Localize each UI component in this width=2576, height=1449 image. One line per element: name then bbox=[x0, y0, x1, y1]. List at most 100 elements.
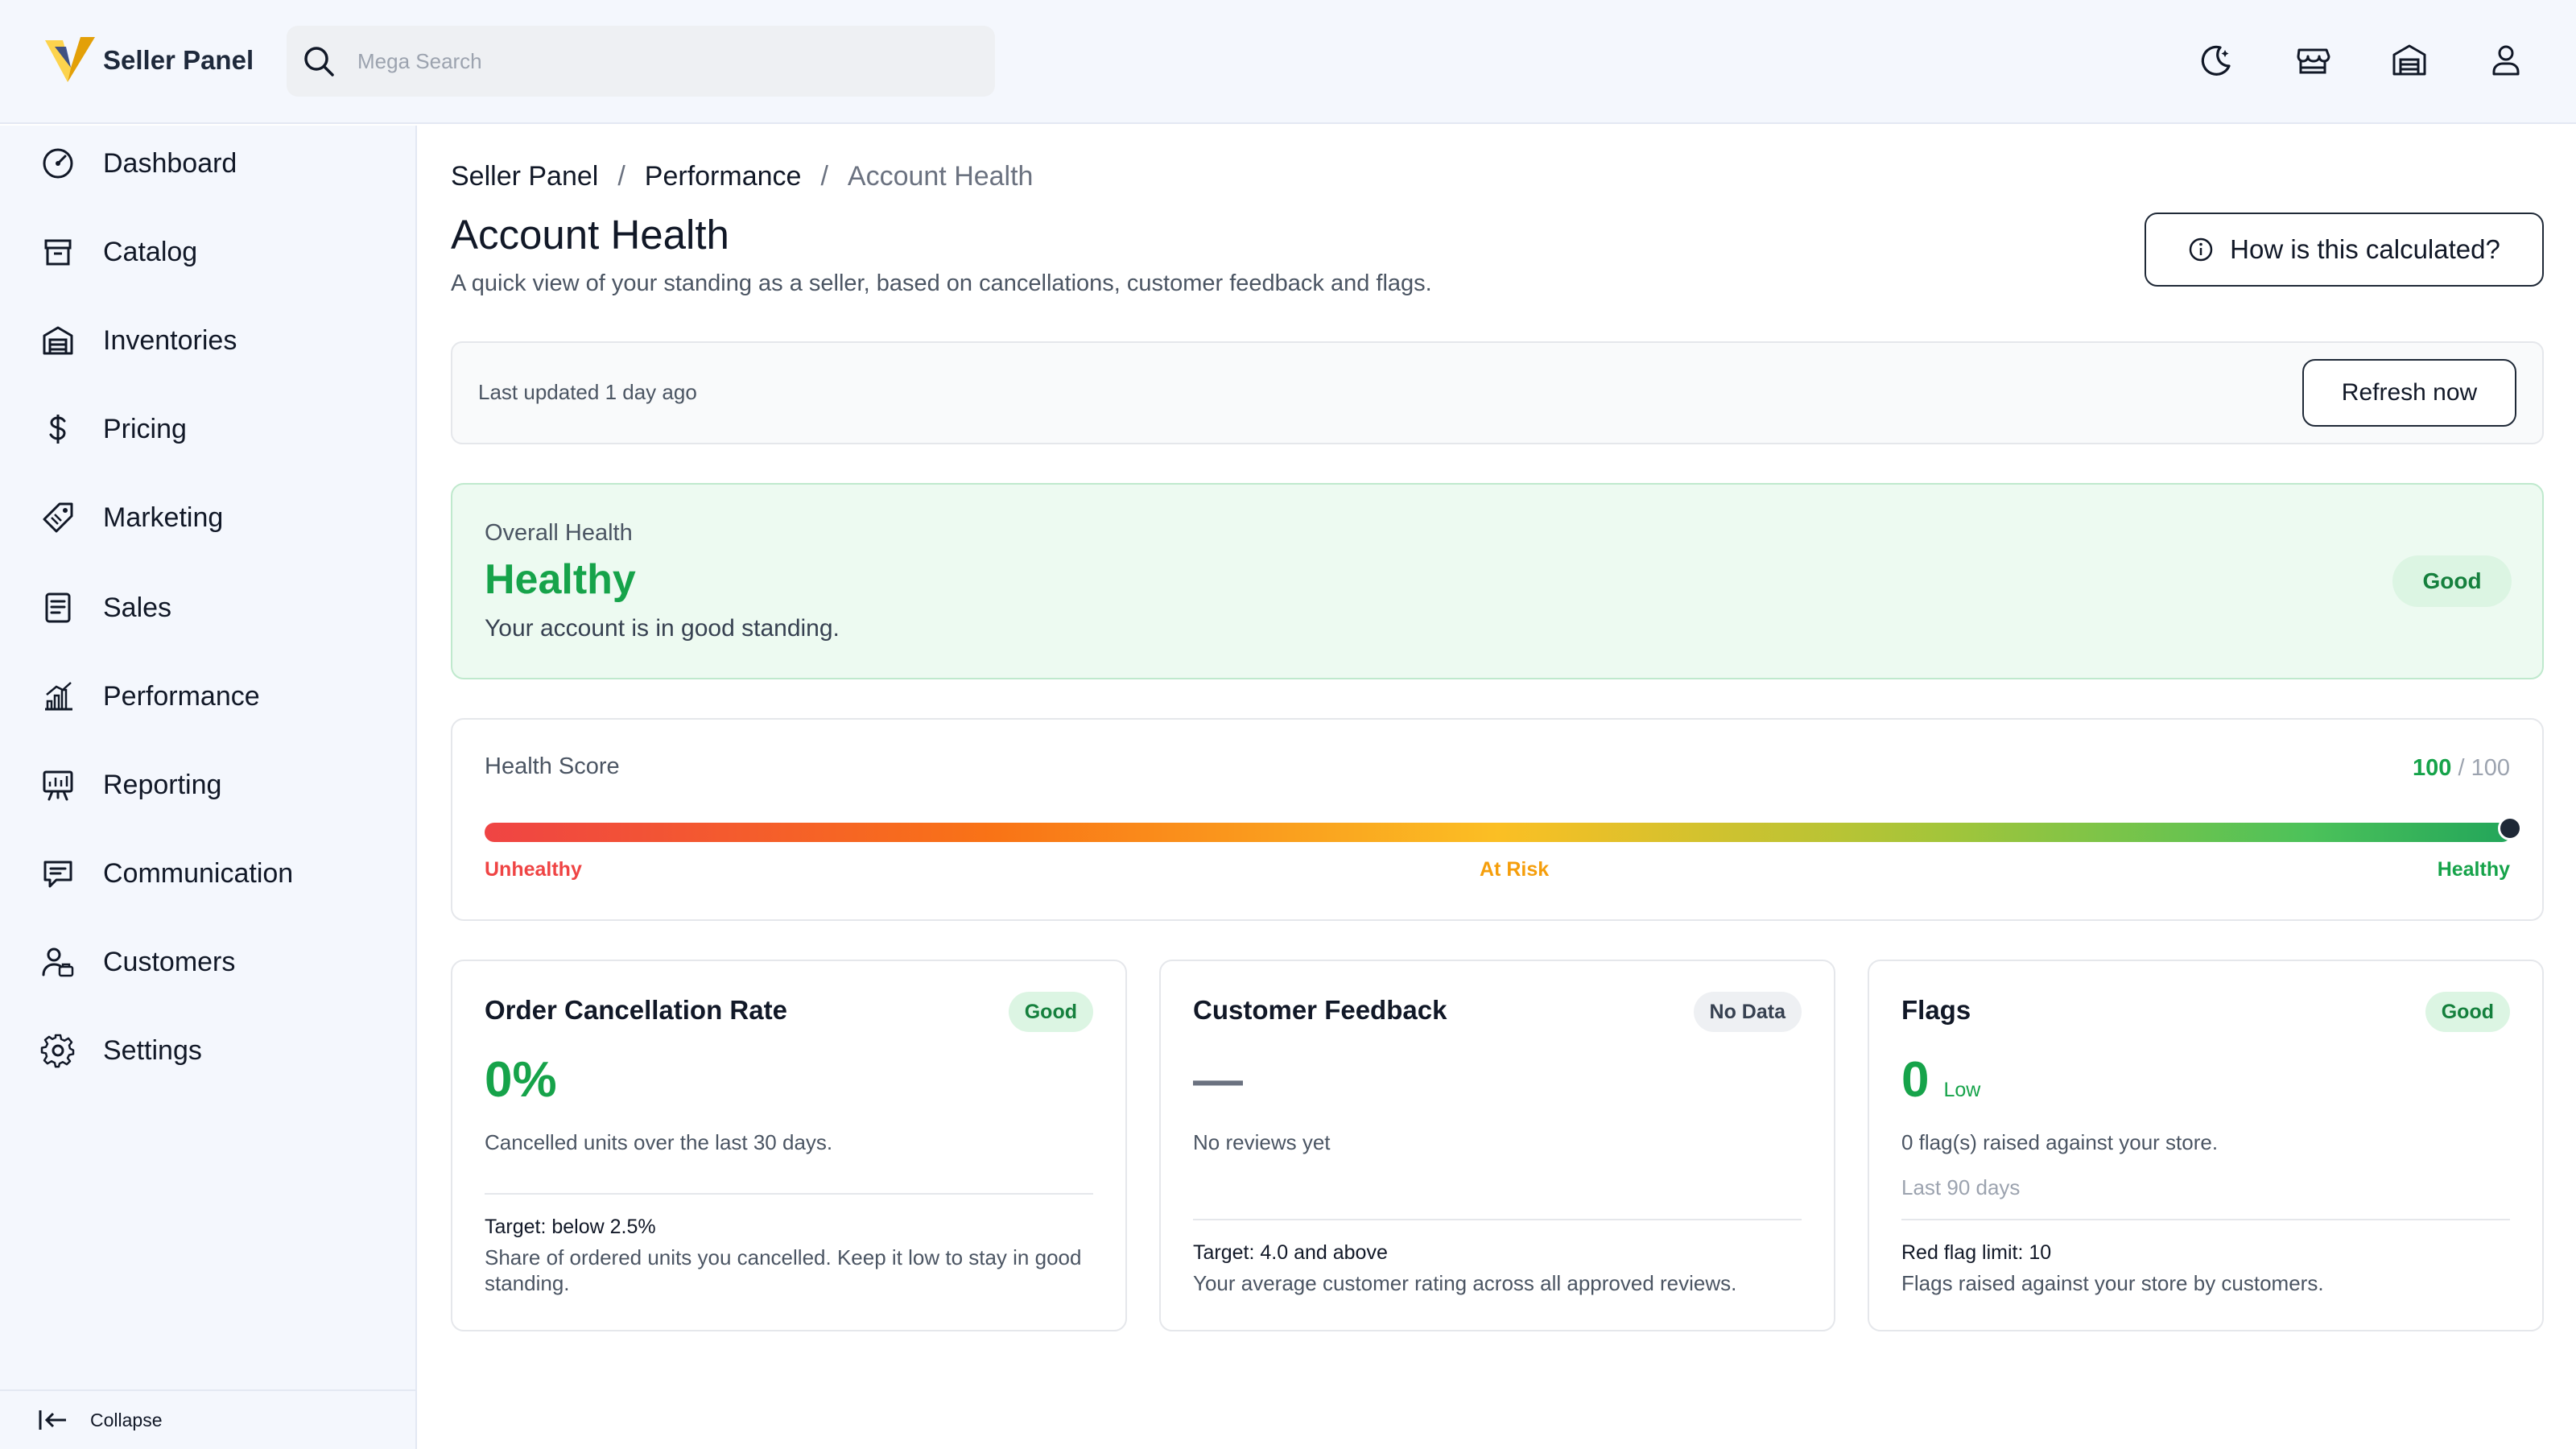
breadcrumb-separator: / bbox=[820, 160, 828, 192]
sidebar: Dashboard Catalog Inventories Pricing Ma… bbox=[0, 126, 417, 1449]
sidebar-item-catalog[interactable]: Catalog bbox=[0, 216, 415, 288]
sidebar-item-label: Communication bbox=[103, 857, 294, 889]
sidebar-item-marketing[interactable]: Marketing bbox=[0, 481, 415, 554]
metric-target: Target: below 2.5% bbox=[485, 1216, 656, 1238]
sidebar-item-pricing[interactable]: Pricing bbox=[0, 393, 415, 465]
metric-value: — bbox=[1193, 1052, 1243, 1108]
moon-icon[interactable] bbox=[2196, 40, 2236, 80]
breadcrumb-current: Account Health bbox=[847, 160, 1034, 192]
health-score-value: 100 / 100 bbox=[2413, 755, 2510, 782]
sidebar-item-reporting[interactable]: Reporting bbox=[0, 749, 415, 821]
metric-value: 0% bbox=[485, 1052, 557, 1108]
health-score-max: / 100 bbox=[2458, 755, 2511, 781]
brand-logo-icon bbox=[45, 37, 95, 82]
metric-description: Cancelled units over the last 30 days. bbox=[485, 1130, 833, 1154]
search-input[interactable] bbox=[357, 48, 921, 74]
sidebar-item-label: Settings bbox=[103, 1034, 202, 1066]
metric-title: Order Cancellation Rate bbox=[485, 995, 787, 1025]
overall-health-status: Healthy bbox=[485, 556, 636, 603]
breadcrumb-seller-panel[interactable]: Seller Panel bbox=[451, 161, 598, 192]
receipt-icon bbox=[45, 592, 71, 623]
metric-note: Share of ordered units you cancelled. Ke… bbox=[485, 1245, 1082, 1295]
breadcrumb: Seller Panel / Performance / Account Hea… bbox=[451, 158, 1033, 195]
warehouse-icon bbox=[43, 326, 73, 355]
flags-count: 0 bbox=[1901, 1052, 1930, 1108]
overall-health-label: Overall Health bbox=[485, 520, 633, 546]
flags-card: Flags Good 0 Low 0 flag(s) raised against… bbox=[1868, 960, 2544, 1331]
how-calculated-button[interactable]: How is this calculated? bbox=[2145, 213, 2544, 287]
metric-note: Flags raised against your store by custo… bbox=[1901, 1271, 2324, 1295]
page-subtitle: A quick view of your standing as a selle… bbox=[451, 270, 1432, 296]
health-score-label: Health Score bbox=[485, 753, 620, 779]
bar-chart-icon bbox=[45, 682, 72, 711]
divider bbox=[1901, 1219, 2510, 1220]
sidebar-item-label: Dashboard bbox=[103, 147, 237, 179]
metric-note: Your average customer rating across all … bbox=[1193, 1271, 1737, 1295]
top-bar: Seller Panel bbox=[0, 0, 2576, 124]
scale-label-healthy: Healthy bbox=[2437, 858, 2510, 881]
sidebar-item-label: Reporting bbox=[103, 769, 222, 800]
breadcrumb-separator: / bbox=[617, 160, 625, 192]
last-updated-bar: Last updated 1 day ago Refresh now bbox=[451, 341, 2544, 444]
divider bbox=[1193, 1219, 1802, 1220]
flags-level: Low bbox=[1943, 1079, 1981, 1101]
overall-health-description: Your account is in good standing. bbox=[485, 615, 840, 642]
collapse-arrow-icon bbox=[39, 1410, 66, 1430]
sidebar-item-label: Customers bbox=[103, 946, 236, 977]
collapse-label: Collapse bbox=[90, 1409, 163, 1430]
users-icon bbox=[42, 947, 74, 977]
sidebar-item-sales[interactable]: Sales bbox=[0, 572, 415, 644]
sidebar-item-inventories[interactable]: Inventories bbox=[0, 304, 415, 377]
cancellation-rate-card: Order Cancellation Rate Good 0% Cancelle… bbox=[451, 960, 1127, 1331]
breadcrumb-performance[interactable]: Performance bbox=[645, 161, 802, 192]
sidebar-item-performance[interactable]: Performance bbox=[0, 660, 415, 733]
dashboard-gauge-icon bbox=[43, 148, 73, 179]
sidebar-item-label: Catalog bbox=[103, 236, 198, 267]
health-score-bar bbox=[485, 823, 2512, 842]
sidebar-item-settings[interactable]: Settings bbox=[0, 1014, 415, 1087]
status-badge: Good bbox=[2392, 555, 2512, 607]
metric-title: Customer Feedback bbox=[1193, 995, 1447, 1025]
health-score-marker bbox=[2498, 816, 2522, 840]
refresh-now-button[interactable]: Refresh now bbox=[2302, 359, 2516, 427]
overall-health-card: Overall Health Healthy Your account is i… bbox=[451, 483, 2544, 679]
status-badge: Good bbox=[1008, 992, 1093, 1032]
sidebar-item-customers[interactable]: Customers bbox=[0, 926, 415, 998]
user-icon[interactable] bbox=[2486, 40, 2526, 80]
status-badge: Good bbox=[2425, 992, 2510, 1032]
sidebar-item-label: Marketing bbox=[103, 502, 224, 533]
metric-target: Target: 4.0 and above bbox=[1193, 1241, 1388, 1264]
sidebar-item-dashboard[interactable]: Dashboard bbox=[0, 127, 415, 200]
metric-period: Last 90 days bbox=[1901, 1175, 2021, 1199]
health-score-number: 100 bbox=[2413, 755, 2452, 781]
metric-title: Flags bbox=[1901, 995, 1971, 1025]
health-score-card: Health Score 100 / 100 Unhealthy At Risk… bbox=[451, 718, 2544, 921]
metric-description: No reviews yet bbox=[1193, 1130, 1331, 1154]
gear-icon bbox=[40, 1034, 75, 1068]
status-badge: No Data bbox=[1693, 992, 1802, 1032]
sidebar-item-communication[interactable]: Communication bbox=[0, 837, 415, 910]
info-icon bbox=[2189, 237, 2213, 262]
warehouse-icon[interactable] bbox=[2389, 40, 2429, 80]
how-calculated-label: How is this calculated? bbox=[2230, 234, 2500, 264]
brand-name: Seller Panel bbox=[103, 45, 254, 75]
collapse-button[interactable]: Collapse bbox=[0, 1389, 415, 1449]
scale-label-at-risk: At Risk bbox=[1480, 858, 1550, 881]
customer-feedback-card: Customer Feedback No Data — No reviews y… bbox=[1159, 960, 1835, 1331]
divider bbox=[485, 1193, 1093, 1195]
brand[interactable]: Seller Panel bbox=[43, 35, 254, 85]
sidebar-item-label: Sales bbox=[103, 592, 172, 623]
page-title: Account Health bbox=[451, 212, 729, 258]
search-icon bbox=[304, 47, 334, 76]
message-icon bbox=[43, 861, 72, 888]
box-icon bbox=[44, 239, 72, 266]
sidebar-item-label: Pricing bbox=[103, 413, 187, 444]
metric-target: Red flag limit: 10 bbox=[1901, 1241, 2052, 1264]
mega-search[interactable] bbox=[287, 26, 995, 97]
sidebar-item-label: Performance bbox=[103, 680, 260, 712]
last-updated-text: Last updated 1 day ago bbox=[478, 380, 697, 404]
dollar-icon bbox=[49, 415, 66, 444]
store-icon[interactable] bbox=[2293, 40, 2333, 80]
metric-value: 0 Low bbox=[1901, 1051, 1980, 1108]
metric-description: 0 flag(s) raised against your store. bbox=[1901, 1130, 2219, 1154]
